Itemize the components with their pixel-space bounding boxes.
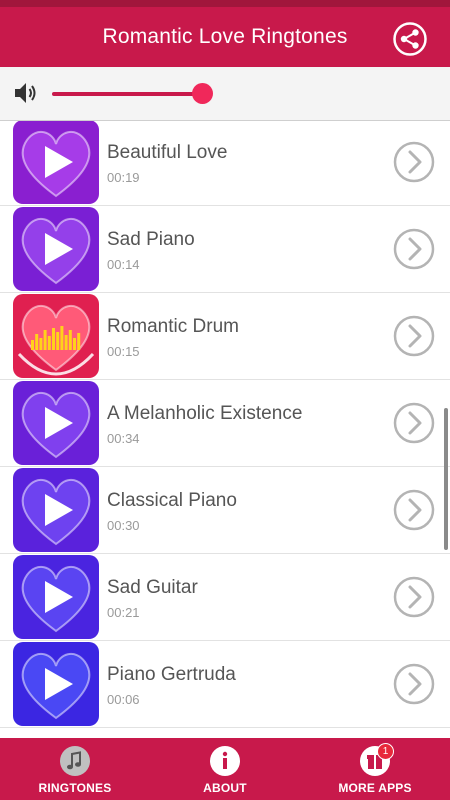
list-item[interactable]: Beautiful Love 00:19 [0, 121, 450, 206]
list-item[interactable]: Sad Piano 00:14 [0, 206, 450, 293]
chevron-right-icon[interactable] [393, 663, 435, 705]
heart-play-icon [13, 381, 99, 465]
volume-slider-thumb[interactable] [192, 83, 213, 104]
bottom-nav: RINGTONES ABOUT 1 MORE APPS [0, 738, 450, 800]
ringtone-title: Classical Piano [107, 490, 237, 511]
list-item[interactable]: Sad Guitar 00:21 [0, 554, 450, 641]
music-note-icon [60, 746, 90, 776]
info-icon [210, 746, 240, 776]
ringtone-duration: 00:19 [107, 170, 140, 185]
nav-about[interactable]: ABOUT [150, 738, 300, 800]
ringtone-duration: 00:30 [107, 518, 140, 533]
share-button[interactable] [392, 21, 428, 57]
volume-slider-track[interactable] [52, 92, 202, 96]
ringtone-duration: 00:21 [107, 605, 140, 620]
more-apps-badge: 1 [377, 743, 394, 760]
ringtone-title: Romantic Drum [107, 316, 239, 337]
heart-play-icon [13, 555, 99, 639]
heart-play-icon [13, 468, 99, 552]
ringtone-duration: 00:06 [107, 692, 140, 707]
nav-ringtones-label: RINGTONES [38, 781, 112, 795]
nav-ringtones[interactable]: RINGTONES [0, 738, 150, 800]
nav-about-label: ABOUT [203, 781, 247, 795]
ringtone-list[interactable]: Beautiful Love 00:19 Sad Piano 00:14 Roman… [0, 121, 450, 737]
ringtone-title: Sad Piano [107, 229, 195, 250]
chevron-right-icon[interactable] [393, 141, 435, 183]
heart-play-icon [13, 207, 99, 291]
list-item[interactable]: A Melanholic Existence 00:34 [0, 380, 450, 467]
list-item[interactable]: Classical Piano 00:30 [0, 467, 450, 554]
ringtone-title: Piano Gertruda [107, 664, 236, 685]
nav-more-apps[interactable]: 1 MORE APPS [300, 738, 450, 800]
app-bar: Romantic Love Ringtones [0, 7, 450, 67]
chevron-right-icon[interactable] [393, 315, 435, 357]
nav-more-apps-label: MORE APPS [338, 781, 412, 795]
app-title: Romantic Love Ringtones [102, 25, 348, 48]
heart-play-icon [13, 121, 99, 204]
status-bar [0, 0, 450, 7]
heart-play-icon [13, 642, 99, 726]
list-item[interactable]: Piano Gertruda 00:06 [0, 641, 450, 728]
chevron-right-icon[interactable] [393, 402, 435, 444]
speaker-icon [15, 83, 36, 103]
ringtone-duration: 00:34 [107, 431, 140, 446]
ringtone-title: Sad Guitar [107, 577, 198, 598]
volume-bar [0, 67, 450, 121]
chevron-right-icon[interactable] [393, 576, 435, 618]
chevron-right-icon[interactable] [393, 228, 435, 270]
chevron-right-icon[interactable] [393, 489, 435, 531]
ringtone-title: Beautiful Love [107, 142, 228, 163]
ringtone-duration: 00:15 [107, 344, 140, 359]
ringtone-title: A Melanholic Existence [107, 403, 303, 424]
share-icon [393, 22, 427, 56]
heart-equalizer-icon [13, 294, 99, 378]
ringtone-duration: 00:14 [107, 257, 140, 272]
list-item[interactable]: Romantic Drum 00:15 [0, 293, 450, 380]
scrollbar[interactable] [444, 408, 448, 550]
